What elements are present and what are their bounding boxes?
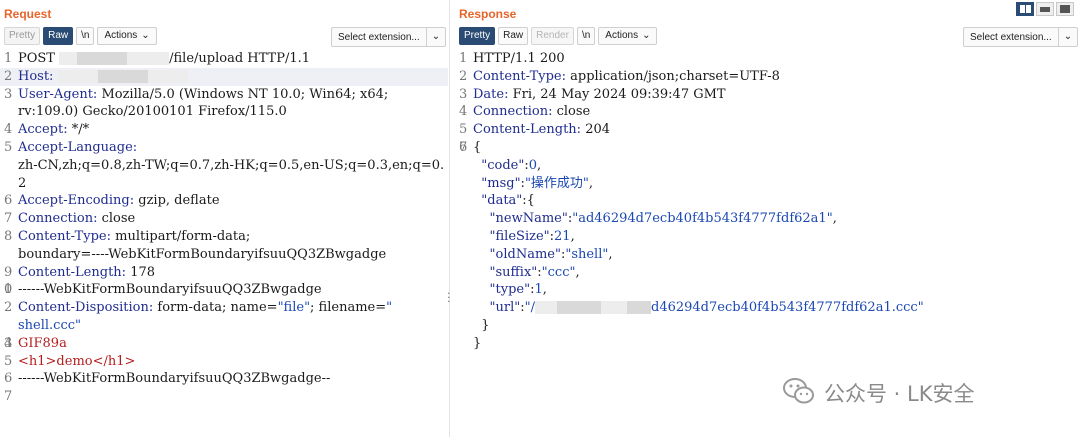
editor-line: 8 Content-Type: multipart/form-data; bbox=[4, 228, 251, 244]
extension-select-label: Select extension... bbox=[970, 31, 1052, 43]
actions-label: Actions bbox=[104, 30, 138, 41]
editor-line: "oldName":"shell", bbox=[489, 246, 613, 262]
editor-line: 1 ------WebKitFormBoundaryifsuuQQ3ZBwgadg… bbox=[4, 282, 322, 298]
response-extension-select[interactable]: Select extension... ⌄ bbox=[963, 27, 1078, 47]
watermark-text: 公众号 · LK安全 bbox=[824, 382, 975, 406]
actions-button[interactable]: Actions ⌄ bbox=[598, 27, 658, 45]
tab-render[interactable]: Render bbox=[531, 27, 574, 45]
chevron-down-icon: ⌄ bbox=[642, 30, 651, 41]
single-pane-icon[interactable] bbox=[1056, 2, 1074, 16]
editor-line: "data":{ bbox=[481, 193, 535, 209]
editor-line: 4 Accept: */* bbox=[4, 122, 90, 138]
editor-line: 2 bbox=[18, 175, 27, 191]
split-vertical-icon[interactable] bbox=[1036, 2, 1054, 16]
editor-line: 5 Content-Length: 204 bbox=[459, 122, 611, 138]
editor-line: shell.ccc" bbox=[18, 317, 82, 333]
watermark: 公众号 · LK安全 bbox=[782, 376, 975, 410]
editor-line: 2 Content-Type: application/json;charset=… bbox=[459, 68, 780, 84]
editor-line: rv:109.0) Gecko/20100101 Firefox/115.0 bbox=[18, 104, 287, 120]
editor-line: } bbox=[473, 335, 482, 351]
split-horizontal-icon[interactable] bbox=[1016, 2, 1034, 16]
request-editor[interactable]: 1 POST /file/upload HTTP/1.1 2 Host: 3 User… bbox=[0, 50, 448, 404]
editor-line: 7 Connection: close bbox=[4, 211, 136, 227]
editor-line: "suffix":"ccc", bbox=[489, 264, 580, 280]
editor-line: 6 Accept-Encoding: gzip, deflate bbox=[4, 193, 220, 209]
chevron-down-icon: ⌄ bbox=[426, 28, 445, 46]
response-editor[interactable]: 1 HTTP/1.1 200 2 Content-Type: application… bbox=[455, 50, 1080, 353]
response-title: Response bbox=[459, 7, 517, 21]
editor-line: 5 Accept-Language: bbox=[4, 139, 138, 155]
response-toolbar: Pretty Raw Render \n Actions ⌄ bbox=[459, 27, 658, 45]
chevron-down-icon: ⌄ bbox=[141, 30, 150, 41]
request-toolbar: Pretty Raw \n Actions ⌄ bbox=[4, 27, 157, 45]
response-pane: Response Pretty Raw Render \n Actions ⌄ … bbox=[455, 0, 1080, 437]
editor-line: 3 User-Agent: Mozilla/5.0 (Windows NT 10.… bbox=[4, 86, 389, 102]
tab-pretty[interactable]: Pretty bbox=[459, 27, 496, 45]
editor-line: 4 Connection: close bbox=[459, 104, 591, 120]
editor-line: boundary=----WebKitFormBoundaryifsuuQQ3Z… bbox=[18, 246, 387, 262]
editor-line: "newName":"ad46294d7ecb40f4b543f4777fdf6… bbox=[489, 211, 837, 227]
tab-raw[interactable]: Raw bbox=[43, 27, 74, 45]
extension-select-label: Select extension... bbox=[338, 31, 420, 43]
editor-line: "url":"/d46294d7ecb40f4b543f4777fdf62a1.… bbox=[489, 300, 924, 316]
editor-line: 7{ bbox=[459, 139, 482, 155]
editor-line: 4 GIF89a bbox=[4, 335, 67, 351]
request-pane: Request Pretty Raw \n Actions ⌄ Select e… bbox=[0, 0, 448, 437]
request-title: Request bbox=[4, 7, 52, 21]
actions-button[interactable]: Actions ⌄ bbox=[97, 27, 157, 45]
editor-line: 1 HTTP/1.1 200 bbox=[459, 51, 565, 66]
splitter-handle-icon[interactable]: · · · bbox=[447, 288, 451, 307]
editor-line: 9 Content-Length: 178 bbox=[4, 264, 156, 280]
editor-line: "fileSize":21, bbox=[489, 228, 575, 244]
editor-line: "msg":"操作成功", bbox=[481, 175, 594, 191]
tab-raw[interactable]: Raw bbox=[498, 27, 529, 45]
editor-line: } bbox=[481, 317, 490, 333]
editor-line: 3 Date: Fri, 24 May 2024 09:39:47 GMT bbox=[459, 86, 726, 102]
editor-line: 2 Host: bbox=[0, 67, 448, 86]
actions-label: Actions bbox=[605, 30, 639, 41]
editor-line: zh-CN,zh;q=0.8,zh-TW;q=0.7,zh-HK;q=0.5,e… bbox=[18, 157, 445, 173]
pane-divider[interactable] bbox=[449, 0, 450, 437]
tab-pretty[interactable]: Pretty bbox=[4, 27, 41, 45]
editor-line: 1 POST /file/upload HTTP/1.1 bbox=[4, 51, 311, 66]
layout-switcher bbox=[1016, 2, 1074, 16]
request-extension-select[interactable]: Select extension... ⌄ bbox=[331, 27, 446, 47]
toggle-newline-button[interactable]: \n bbox=[76, 27, 95, 45]
editor-line: "code":0, bbox=[481, 157, 542, 173]
toggle-newline-button[interactable]: \n bbox=[576, 27, 596, 45]
editor-line: 2 Content-Disposition: form-data; name="f… bbox=[4, 300, 393, 316]
editor-line: 6 ------WebKitFormBoundaryifsuuQQ3ZBwgadg… bbox=[4, 371, 331, 387]
wechat-icon bbox=[782, 376, 816, 410]
editor-line: 5 <h1>demo</h1> bbox=[4, 353, 136, 369]
chevron-down-icon: ⌄ bbox=[1058, 28, 1077, 46]
editor-line: "type":1, bbox=[489, 282, 547, 298]
